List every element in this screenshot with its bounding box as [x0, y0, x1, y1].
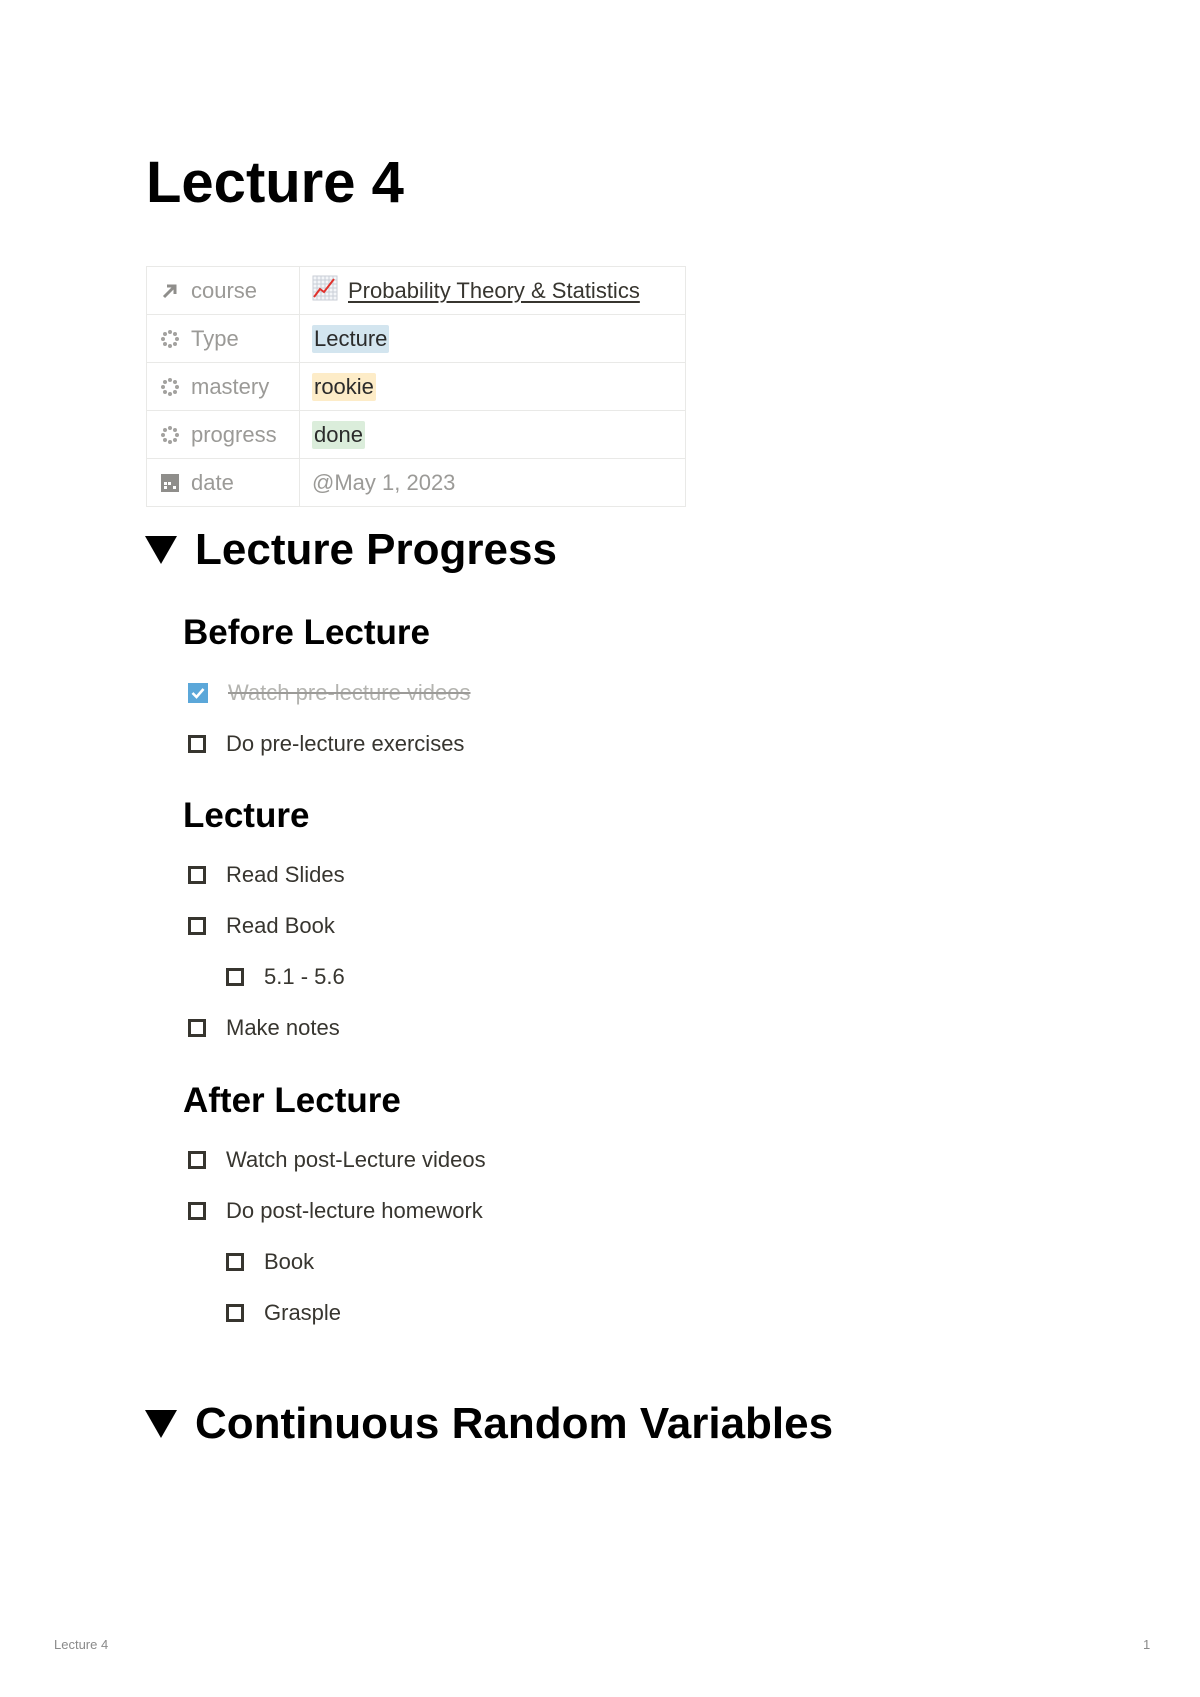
section-title: Continuous Random Variables: [195, 1399, 834, 1448]
todo-subitem[interactable]: 5.1 - 5.6: [226, 964, 345, 990]
todo-item[interactable]: Do pre-lecture exercises: [188, 731, 464, 757]
todo-item[interactable]: Watch pre-lecture videos: [188, 680, 471, 706]
property-key-cell[interactable]: date: [146, 458, 300, 507]
todo-item[interactable]: Do post-lecture homework: [188, 1198, 483, 1224]
property-row-progress: progress done: [146, 410, 686, 459]
todo-label: Grasple: [264, 1300, 342, 1325]
todo-label: Make notes: [226, 1015, 340, 1040]
toggle-triangle-icon[interactable]: [145, 536, 177, 564]
chart-increasing-emoji-icon: [312, 275, 338, 307]
relation-arrow-icon: [159, 280, 181, 302]
todo-label: 5.1 - 5.6: [264, 964, 345, 989]
checkbox[interactable]: [188, 1019, 206, 1037]
date-value[interactable]: @May 1, 2023: [312, 470, 455, 495]
todo-subitem[interactable]: Grasple: [226, 1300, 341, 1326]
calendar-icon: [159, 472, 181, 494]
property-label: Type: [191, 325, 239, 351]
todo-label: Do pre-lecture exercises: [226, 731, 465, 756]
toggle-triangle-icon[interactable]: [145, 1410, 177, 1438]
type-tag[interactable]: Lecture: [312, 324, 390, 353]
checkmark-icon: [191, 688, 205, 699]
property-label: course: [191, 277, 258, 303]
property-label: mastery: [191, 373, 270, 399]
property-label: progress: [191, 421, 277, 447]
todo-label: Read Book: [226, 913, 335, 938]
todo-item[interactable]: Read Slides: [188, 862, 345, 888]
checkbox[interactable]: [188, 735, 206, 753]
todo-label: Read Slides: [226, 862, 345, 887]
checkbox-checked[interactable]: [188, 683, 208, 703]
heading-before-lecture: Before Lecture: [183, 613, 431, 652]
property-key-cell[interactable]: Type: [146, 314, 300, 363]
property-row-course: course Probability Theory & Statistics: [146, 266, 686, 315]
property-row-type: Type Lecture: [146, 314, 686, 363]
checkbox[interactable]: [188, 917, 206, 935]
page-title: Lecture 4: [146, 150, 404, 215]
todo-item[interactable]: Make notes: [188, 1015, 340, 1041]
checkbox[interactable]: [226, 968, 244, 986]
mastery-tag[interactable]: rookie: [312, 372, 376, 401]
property-value-cell[interactable]: rookie: [299, 362, 686, 411]
todo-subitem[interactable]: Book: [226, 1249, 314, 1275]
footer-page-number: 1: [1143, 1637, 1151, 1652]
select-icon: [159, 328, 181, 350]
property-row-date: date @May 1, 2023: [146, 458, 686, 507]
course-link[interactable]: Probability Theory & Statistics: [348, 278, 640, 304]
todo-label: Book: [264, 1249, 315, 1274]
todo-item[interactable]: Watch post-Lecture videos: [188, 1147, 486, 1173]
checkbox[interactable]: [226, 1253, 244, 1271]
select-icon: [159, 424, 181, 446]
properties-table: course Probability Theory & Statistics T…: [146, 266, 686, 507]
checkbox[interactable]: [226, 1304, 244, 1322]
todo-item[interactable]: Read Book: [188, 913, 335, 939]
property-value-cell[interactable]: Lecture: [299, 314, 686, 363]
heading-lecture: Lecture: [183, 796, 310, 835]
section-title: Lecture Progress: [195, 525, 557, 574]
property-value-cell[interactable]: done: [299, 410, 686, 459]
todo-label: Do post-lecture homework: [226, 1198, 483, 1223]
property-key-cell[interactable]: mastery: [146, 362, 300, 411]
property-key-cell[interactable]: progress: [146, 410, 300, 459]
toggle-heading-lecture-progress[interactable]: Lecture Progress: [145, 525, 557, 575]
checkbox[interactable]: [188, 1202, 206, 1220]
property-key-cell[interactable]: course: [146, 266, 300, 315]
checkbox[interactable]: [188, 866, 206, 884]
progress-tag[interactable]: done: [312, 420, 365, 449]
checkbox[interactable]: [188, 1151, 206, 1169]
todo-label: Watch pre-lecture videos: [228, 680, 471, 705]
property-row-mastery: mastery rookie: [146, 362, 686, 411]
property-value-cell[interactable]: @May 1, 2023: [299, 458, 686, 507]
todo-label: Watch post-Lecture videos: [226, 1147, 486, 1172]
property-label: date: [191, 469, 234, 495]
heading-after-lecture: After Lecture: [183, 1081, 401, 1120]
footer-doc-title: Lecture 4: [54, 1637, 109, 1652]
select-icon: [159, 376, 181, 398]
property-value-cell[interactable]: Probability Theory & Statistics: [299, 266, 686, 315]
toggle-heading-continuous-random-variables[interactable]: Continuous Random Variables: [145, 1399, 833, 1449]
